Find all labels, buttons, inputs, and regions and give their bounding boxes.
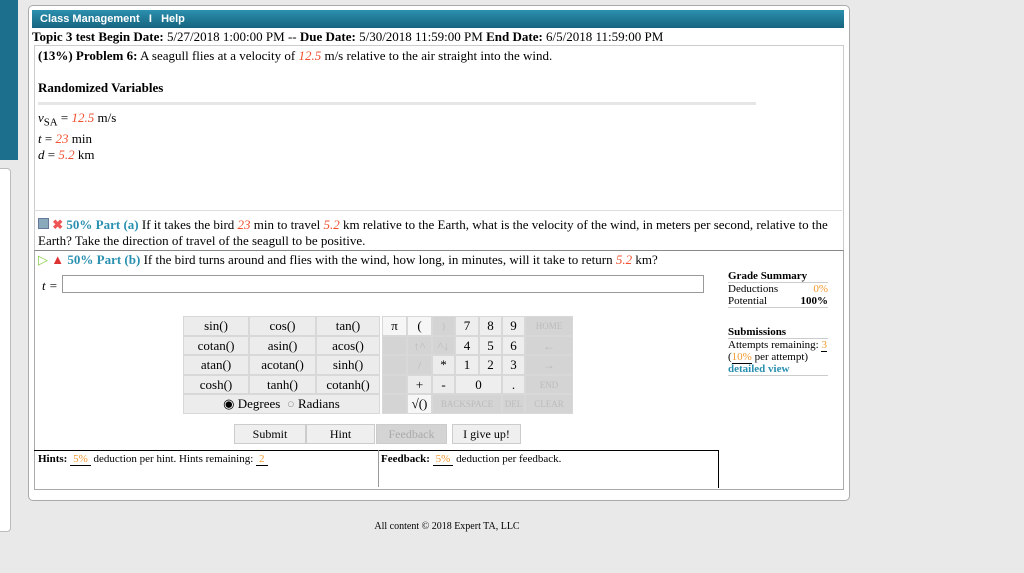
part-a: ✖ 50% Part (a) If it takes the bird 23 m… [38, 217, 828, 248]
calc-key-k6[interactable]: 6 [502, 335, 525, 355]
part-a-label: 50% Part (a) [66, 217, 139, 232]
feedback-info: Feedback: 5% deduction per feedback. [381, 453, 562, 466]
degrees-radio[interactable]: ◉ Degrees [223, 396, 280, 411]
calc-key-k9[interactable]: 9 [502, 316, 525, 336]
calc-key-mul[interactable]: * [432, 355, 455, 375]
calc-key-backspace: BACKSPACE [432, 394, 502, 414]
calc-key-up: ↑^ [407, 335, 432, 355]
submit-button[interactable]: Submit [234, 424, 306, 444]
begin-label: Begin Date: [98, 29, 164, 44]
calc-key-k1[interactable]: 1 [455, 355, 479, 375]
due-date: 5/30/2018 11:59:00 PM [359, 29, 483, 44]
calc-func-button[interactable]: sin() [183, 316, 249, 336]
part-b-label: 50% Part (b) [67, 252, 141, 267]
calc-key-dot[interactable]: . [502, 374, 525, 394]
calc-key-k5[interactable]: 5 [479, 335, 502, 355]
feedback-button: Feedback [376, 424, 447, 444]
background-logo [0, 0, 18, 160]
nav-class-management[interactable]: Class Management [40, 13, 140, 25]
footer: All content © 2018 Expert TA, LLC [374, 521, 520, 532]
grade-summary: Grade Summary Deductions 0% Potential 100% [728, 270, 828, 308]
calc-func-button[interactable]: cotanh() [316, 374, 380, 394]
answer-input[interactable] [62, 275, 704, 293]
submissions: Submissions Attempts remaining: 3 (10% p… [728, 326, 828, 376]
calc-key-minus[interactable]: - [432, 374, 455, 394]
hints-remaining: 2 [256, 453, 268, 466]
nav-bar: Class Management I Help [32, 10, 844, 28]
topic-line: Topic 3 test Begin Date: 5/27/2018 1:00:… [32, 29, 663, 45]
calc-key-right: → [525, 355, 573, 375]
give-up-button[interactable]: I give up! [452, 424, 521, 444]
due-label: Due Date: [299, 29, 356, 44]
detailed-view-link[interactable]: detailed view [728, 363, 789, 375]
angle-mode: ◉ Degrees ○ Radians [183, 394, 380, 414]
calc-key-lp[interactable]: ( [407, 316, 432, 336]
hints-info: Hints: 5% deduction per hint. Hints rema… [38, 453, 268, 466]
nav-separator: I [148, 13, 152, 25]
calc-func-button[interactable]: tanh() [249, 374, 316, 394]
calc-key-k7[interactable]: 7 [455, 316, 479, 336]
calculator: sin() cos() tan() cotan() asin() acos() atan()… [183, 316, 573, 414]
hint-button[interactable]: Hint [306, 424, 375, 444]
calc-func-button[interactable]: tan() [316, 316, 380, 336]
variables-list: vSA = 12.5 m/s t = 23 min d = 5.2 km [38, 110, 116, 163]
play-icon: ▷ [38, 252, 48, 267]
calc-key-del: DEL [502, 394, 525, 414]
calc-func-button[interactable]: acos() [316, 335, 380, 355]
topic-name: Topic 3 test [32, 29, 96, 44]
calc-blank [382, 394, 407, 414]
problem-weight: (13%) [38, 48, 73, 63]
problem-label: Problem 6: [75, 48, 138, 63]
variables-heading: Randomized Variables [38, 80, 164, 95]
variable-d: d = 5.2 km [38, 146, 95, 162]
incorrect-x-icon: ✖ [52, 217, 64, 232]
calc-key-end: END [525, 374, 573, 394]
calc-key-left: ← [525, 335, 573, 355]
problem-value: 12.5 [298, 48, 322, 63]
calc-func-button[interactable]: cosh() [183, 374, 249, 394]
calc-key-plus[interactable]: + [407, 374, 432, 394]
calc-blank [382, 355, 407, 375]
calc-key-k4[interactable]: 4 [455, 335, 479, 355]
problem-text-2: m/s relative to the air straight into th… [324, 48, 553, 63]
expand-icon[interactable] [38, 218, 49, 229]
calc-func-button[interactable]: cos() [249, 316, 316, 336]
radians-radio[interactable]: ○ Radians [287, 396, 340, 411]
calc-key-k3[interactable]: 3 [502, 355, 525, 375]
calc-blank [382, 374, 407, 394]
sep: -- [287, 29, 297, 44]
begin-date: 5/27/2018 1:00:00 PM [166, 29, 285, 44]
problem-statement: (13%) Problem 6: A seagull flies at a ve… [38, 48, 552, 64]
calc-key-rp: ) [432, 316, 455, 336]
variable-t: t = 23 min [38, 130, 92, 146]
calc-func-button[interactable]: cotan() [183, 335, 249, 355]
calc-key-k8[interactable]: 8 [479, 316, 502, 336]
warning-icon: ▲ [51, 252, 65, 267]
problem-text: A seagull flies at a velocity of [139, 48, 296, 63]
calc-key-k0[interactable]: 0 [455, 374, 502, 394]
part-b: ▷ ▲ 50% Part (b) If the bird turns aroun… [38, 252, 658, 267]
calc-func-button[interactable]: sinh() [316, 355, 380, 375]
calc-func-button[interactable]: asin() [249, 335, 316, 355]
background-window [0, 168, 11, 532]
variable-vsa: vSA = 12.5 m/s [38, 110, 117, 129]
calc-key-sqrt[interactable]: √() [407, 394, 432, 414]
calc-key-home: HOME [525, 316, 573, 336]
calc-key-div: / [407, 355, 432, 375]
calc-blank [382, 335, 407, 355]
calc-key-k2[interactable]: 2 [479, 355, 502, 375]
calc-func-button[interactable]: acotan() [249, 355, 316, 375]
end-label: End Date: [486, 29, 543, 44]
calc-key-down: ^↓ [432, 335, 455, 355]
end-date: 6/5/2018 11:59:00 PM [546, 29, 664, 44]
nav-help[interactable]: Help [161, 13, 185, 25]
calc-key-pi[interactable]: π [382, 316, 407, 336]
answer-label: t = [42, 278, 58, 293]
calc-key-clear: CLEAR [525, 394, 573, 414]
calc-func-button[interactable]: atan() [183, 355, 249, 375]
